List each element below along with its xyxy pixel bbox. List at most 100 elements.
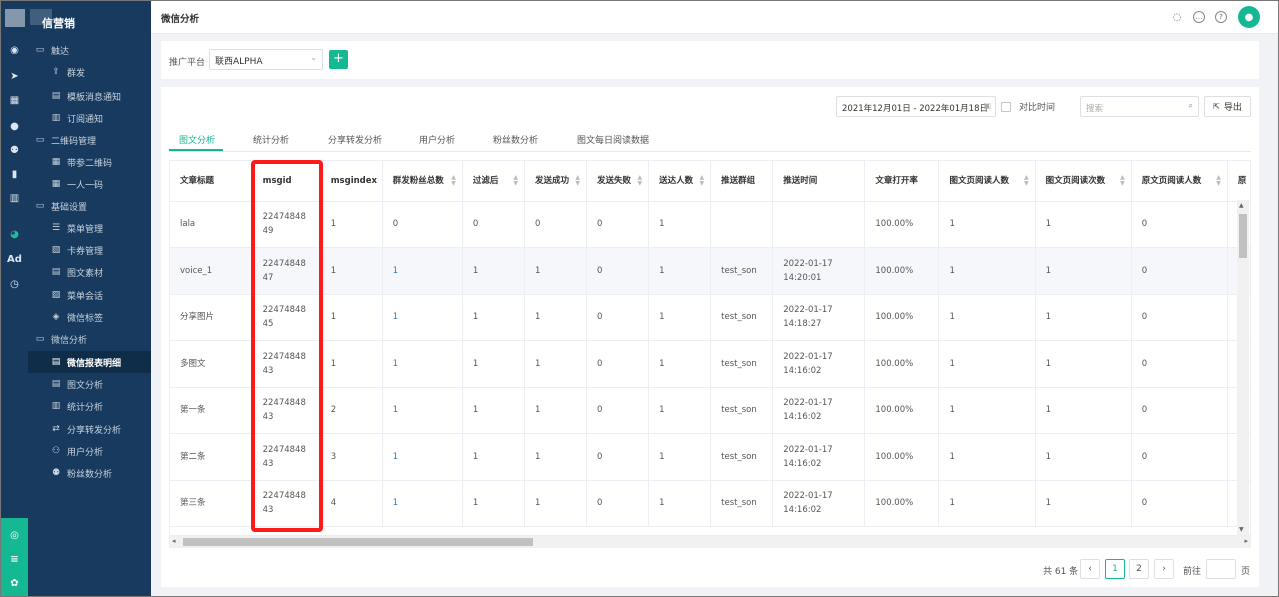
sidebar-item-label: 微信报表明细 [67, 358, 122, 369]
sidebar-item-18[interactable]: ⚇ 用户分析 [28, 440, 151, 462]
table-cell: 2247484849 [252, 201, 321, 248]
sidebar-item-0[interactable]: ▭ 触达 [28, 39, 151, 61]
sidebar-item-label: 菜单管理 [67, 224, 104, 235]
page-2-button[interactable]: 2 [1129, 559, 1149, 579]
horizontal-scroll-thumb[interactable] [183, 538, 533, 546]
sidebar-item-14[interactable]: ▤ 微信报表明细 [28, 351, 151, 373]
person-circle-icon[interactable]: ◎ [1, 524, 28, 546]
sort-icon[interactable]: ▲ ▼ [1120, 174, 1125, 187]
sidebar-item-15[interactable]: ▤ 图文分析 [28, 373, 151, 395]
sidebar-item-9[interactable]: ▧ 卡券管理 [28, 239, 151, 261]
sidebar-item-10[interactable]: ▤ 图文素材 [28, 261, 151, 283]
prev-page-button[interactable]: ‹ [1080, 559, 1100, 579]
gear-icon[interactable]: ✿ [1, 572, 28, 594]
sort-icon[interactable]: ▲ ▼ [575, 174, 580, 187]
folder-icon: ▭ [35, 334, 45, 344]
table-row[interactable]: 多图文 2247484843 1 1 1 1 0 1 test_son 2022-01-17 14… [170, 340, 1250, 388]
sort-icon[interactable]: ▲ ▼ [700, 174, 705, 187]
sidebar-item-19[interactable]: ⚉ 粉丝数分析 [28, 462, 151, 484]
tab-stats-analysis[interactable]: 统计分析 [253, 133, 289, 146]
table-row[interactable]: 第三条 2247484843 4 1 1 1 0 1 test_son 2022-01-17 14… [170, 480, 1250, 527]
compare-checkbox[interactable] [1001, 101, 1011, 112]
sidebar-item-3[interactable]: ▥ 订阅通知 [28, 107, 151, 129]
sort-icon[interactable]: ▲ ▼ [451, 174, 456, 187]
user-icon[interactable]: ● [1, 115, 28, 137]
table-row[interactable]: 第一条 2247484843 2 1 1 1 0 1 test_son 2022-01-17 14… [170, 387, 1250, 434]
add-platform-button[interactable]: + [329, 50, 348, 69]
sidebar-item-8[interactable]: ☰ 菜单管理 [28, 217, 151, 239]
table-cell: 0 [586, 433, 650, 481]
sidebar-item-6[interactable]: ▦ 一人一码 [28, 173, 151, 195]
sidebar-item-17[interactable]: ⇄ 分享转发分析 [28, 418, 151, 440]
table-row[interactable]: lala2247484849100001100.00%1100 [170, 201, 1250, 248]
users-icon[interactable]: ⚉ [1, 139, 28, 161]
table-cell: 0 [1131, 247, 1228, 295]
avatar[interactable]: ● [1238, 6, 1260, 28]
table-cell: 1 [462, 340, 525, 388]
column-header[interactable]: 发送失败 ▲ ▼ [586, 161, 650, 202]
scroll-right-icon[interactable]: ▸ [1244, 537, 1248, 545]
dashboard-icon[interactable]: ◉ [1, 39, 28, 61]
page-1-button[interactable]: 1 [1105, 559, 1125, 579]
table-cell: 1 [462, 247, 525, 295]
sidebar-item-4[interactable]: ▭ 二维码管理 [28, 129, 151, 151]
date-range-picker[interactable]: 2021年12月01日 - 2022年01月18日 ▣ [836, 96, 996, 117]
wechat-icon[interactable]: ◕ [1, 223, 28, 245]
horizontal-scrollbar[interactable]: ◂ ▸ [169, 536, 1251, 548]
column-header[interactable]: 群发粉丝总数 ▲ ▼ [382, 161, 463, 202]
vertical-scroll-thumb[interactable] [1239, 214, 1247, 258]
sidebar-item-12[interactable]: ◈ 微信标签 [28, 306, 151, 328]
total-count: 共 61 条 [1043, 566, 1079, 577]
tab-daily-read-data[interactable]: 图文每日阅读数据 [577, 133, 649, 146]
search-input[interactable]: 搜索 ⌕ [1080, 96, 1199, 117]
platform-select[interactable]: 联西ALPHA ⌄ [209, 49, 323, 70]
sidebar-item-11[interactable]: ▨ 菜单会话 [28, 284, 151, 306]
bar-chart-icon[interactable]: ▥ [1, 187, 28, 209]
sidebar-item-2[interactable]: ▤ 模板消息通知 [28, 85, 151, 107]
goto-page-input[interactable] [1206, 559, 1236, 579]
ad-icon[interactable]: Ad [1, 248, 28, 270]
sort-icon[interactable]: ▲ ▼ [513, 174, 518, 187]
column-header[interactable]: 图文页阅读次数 ▲ ▼ [1035, 161, 1132, 202]
chevron-down-icon: ⌄ [310, 53, 317, 62]
tab-user-analysis[interactable]: 用户分析 [419, 133, 455, 146]
tab-fans-analysis[interactable]: 粉丝数分析 [493, 133, 538, 146]
sort-icon[interactable]: ▲ ▼ [1024, 174, 1029, 187]
bell-icon[interactable]: ◌ [1171, 11, 1183, 23]
table-row[interactable]: voice_1 2247484847 1 1 1 1 0 1 test_son 2022-01-1… [170, 247, 1250, 295]
table-row[interactable]: 分享图片 2247484845 1 1 1 1 0 1 test_son 2022-01-17 1… [170, 294, 1250, 341]
vertical-scrollbar[interactable]: ▲ ▼ [1237, 200, 1249, 535]
scroll-down-icon[interactable]: ▼ [1239, 526, 1244, 533]
scroll-up-icon[interactable]: ▲ [1239, 202, 1244, 209]
list-icon[interactable]: ≡ [1, 548, 28, 570]
tab-share-analysis[interactable]: 分享转发分析 [328, 133, 382, 146]
sidebar-item-7[interactable]: ▭ 基础设置 [28, 195, 151, 217]
compare-time-toggle[interactable]: 对比时间 [1001, 100, 1055, 113]
next-page-button[interactable]: › [1154, 559, 1174, 579]
sort-icon[interactable]: ▲ ▼ [1216, 174, 1221, 187]
sidebar-item-16[interactable]: ▥ 统计分析 [28, 395, 151, 417]
table-row[interactable]: 第二条 2247484843 3 1 1 1 0 1 test_son 2022-01-17 14… [170, 433, 1250, 481]
sidebar-item-5[interactable]: ▦ 带参二维码 [28, 151, 151, 173]
column-header[interactable]: 发送成功 ▲ ▼ [524, 161, 588, 202]
sidebar-item-1[interactable]: ⇪ 群发 [28, 61, 151, 83]
bookmark-icon[interactable]: ▮ [1, 163, 28, 185]
sidebar-item-13[interactable]: ▭ 微信分析 [28, 328, 151, 350]
export-button[interactable]: ⇱ 导出 [1204, 96, 1251, 117]
table-cell: 1 [462, 387, 525, 434]
help-icon[interactable]: ? [1215, 11, 1227, 23]
sidebar-item-label: 基础设置 [51, 202, 88, 213]
calendar-icon[interactable]: ▦ [1, 89, 28, 111]
scroll-left-icon[interactable]: ◂ [172, 537, 176, 545]
message-icon[interactable]: … [1193, 11, 1205, 23]
column-header[interactable]: 原文页阅读人数 ▲ ▼ [1131, 161, 1228, 202]
table-cell: 2022-01-17 14:18:27 [772, 294, 866, 341]
column-header[interactable]: 过滤后 ▲ ▼ [462, 161, 525, 202]
clock-icon[interactable]: ◷ [1, 273, 28, 295]
article-icon: ▤ [51, 267, 61, 277]
send-icon[interactable]: ➤ [1, 65, 28, 87]
column-header[interactable]: 送达人数 ▲ ▼ [648, 161, 712, 202]
sort-icon[interactable]: ▲ ▼ [637, 174, 642, 187]
column-header[interactable]: 图文页阅读人数 ▲ ▼ [938, 161, 1036, 202]
tab-article-analysis[interactable]: 图文分析 [179, 133, 215, 146]
